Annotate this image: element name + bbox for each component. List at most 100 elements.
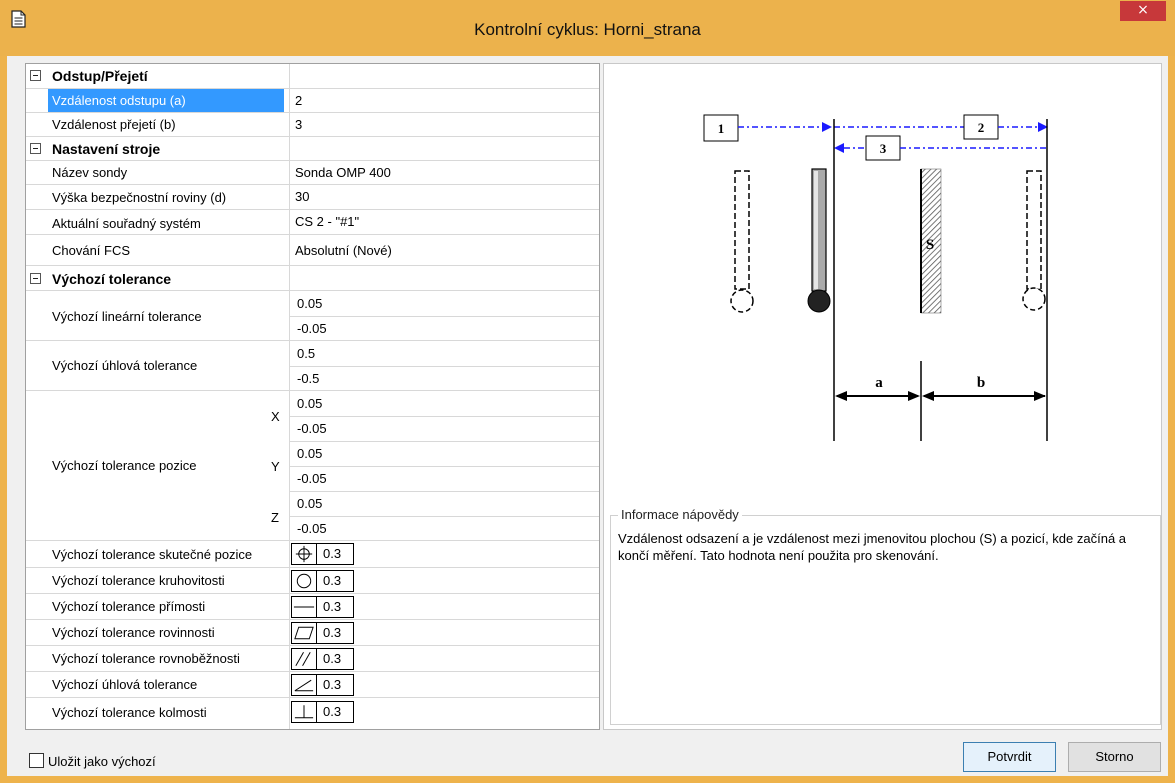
lower-tolerance-value[interactable]: -0.5 [297,371,319,386]
tolerance-value: 0.3 [323,651,342,666]
arrow-icon [822,122,832,132]
upper-tolerance-value[interactable]: 0.05 [297,296,322,311]
category-label: Výchozí tolerance [52,271,172,287]
title-bar: Kontrolní cyklus: Horni_strana × [0,0,1175,56]
tolerance-value: 0.3 [323,546,342,561]
window-title: Kontrolní cyklus: Horni_strana [474,20,701,39]
tolerance-value: 0.3 [323,599,342,614]
arrow-icon [834,143,844,153]
property-row-linear-tolerance[interactable]: Výchozí lineární tolerance 0.05 -0.05 [26,291,599,341]
axis-x-label: X [271,409,280,424]
property-row-flatness[interactable]: Výchozí tolerance rovinnosti 0.3 [26,620,599,646]
tolerance-frame[interactable]: 0.3 [291,543,354,565]
property-label: Výchozí lineární tolerance [52,309,202,324]
tolerance-frame[interactable]: 0.3 [291,622,354,644]
property-row-angular-tolerance[interactable]: Výchozí úhlová tolerance 0.5 -0.5 [26,341,599,391]
dimension-b-label: b [977,375,985,391]
perpendicularity-symbol-icon [294,702,317,722]
axis-y-label: Y [271,459,280,474]
confirm-button[interactable]: Potvrdit [963,742,1056,772]
upper-tolerance-value[interactable]: 0.5 [297,346,315,361]
collapse-icon[interactable] [30,143,41,154]
property-row-position-tolerance[interactable]: Výchozí tolerance pozice X Y Z 0.05 -0.0… [26,391,599,541]
property-row-perpendicularity[interactable]: Výchozí tolerance kolmosti 0.3 [26,698,599,729]
property-value[interactable]: Absolutní (Nové) [295,243,392,258]
move-3-label: 3 [880,141,887,156]
probing-diagram: 1 2 3 S a b [703,114,1048,441]
category-row-tolerances[interactable]: Výchozí tolerance [26,266,599,291]
help-text: Vzdálenost odsazení a je vzdálenost mezi… [618,531,1127,563]
property-row-retract[interactable]: Vzdálenost odstupu (a) 2 [26,89,599,113]
property-label: Výchozí tolerance přímosti [52,599,206,614]
save-default-label[interactable]: Uložit jako výchozí [48,754,156,769]
help-title: Informace nápovědy [618,507,742,522]
property-row-circularity[interactable]: Výchozí tolerance kruhovitosti 0.3 [26,568,599,594]
property-label: Výchozí tolerance pozice [52,458,197,473]
dialog-window: Kontrolní cyklus: Horni_strana × Odstup/… [0,0,1175,783]
save-default-checkbox[interactable] [29,753,44,768]
property-row-straightness[interactable]: Výchozí tolerance přímosti 0.3 [26,594,599,620]
cancel-button[interactable]: Storno [1068,742,1161,772]
property-grid[interactable]: Odstup/Přejetí Vzdálenost odstupu (a) 2 … [25,63,600,730]
x-lower-value[interactable]: -0.05 [297,421,327,436]
property-row-fcs[interactable]: Chování FCS Absolutní (Nové) [26,235,599,266]
category-label: Odstup/Přejetí [52,68,148,84]
property-label: Výchozí tolerance kruhovitosti [52,573,225,588]
flatness-symbol-icon [294,623,317,643]
collapse-icon[interactable] [30,273,41,284]
z-lower-value[interactable]: -0.05 [297,521,327,536]
move-1-label: 1 [718,121,725,136]
tolerance-frame[interactable]: 0.3 [291,674,354,696]
property-label: Výchozí tolerance rovnoběžnosti [52,651,240,666]
property-row-safe-plane[interactable]: Výška bezpečnostní roviny (d) 30 [26,185,599,210]
property-label: Výchozí úhlová tolerance [52,677,198,692]
probe-tip-ghost [730,289,754,313]
tolerance-value: 0.3 [323,704,342,719]
axis-z-label: Z [271,510,279,525]
close-button[interactable]: × [1120,1,1166,21]
lower-tolerance-value[interactable]: -0.05 [297,321,327,336]
property-value[interactable]: 30 [295,189,309,204]
tolerance-value: 0.3 [323,625,342,640]
tolerance-frame[interactable]: 0.3 [291,648,354,670]
property-label: Aktuální souřadný systém [52,216,201,231]
property-row-probe[interactable]: Název sondy Sonda OMP 400 [26,161,599,185]
property-label[interactable]: Vzdálenost odstupu (a) [48,89,284,112]
property-label: Vzdálenost přejetí (b) [52,117,176,132]
property-row-overtravel[interactable]: Vzdálenost přejetí (b) 3 [26,113,599,137]
property-row-true-position[interactable]: Výchozí tolerance skutečné pozice 0.3 [26,541,599,568]
parallelism-symbol-icon [295,649,317,669]
straightness-symbol-icon [293,597,317,617]
circularity-symbol-icon [296,571,317,591]
property-value[interactable]: Sonda OMP 400 [295,165,391,180]
property-label: Výchozí úhlová tolerance [52,358,198,373]
tolerance-value: 0.3 [323,573,342,588]
tolerance-value: 0.3 [323,677,342,692]
tolerance-frame[interactable]: 0.3 [291,570,354,592]
property-label: Název sondy [52,165,128,180]
surface-label: S [926,237,934,253]
property-row-parallelism[interactable]: Výchozí tolerance rovnoběžnosti 0.3 [26,646,599,672]
dimension-a-label: a [875,375,883,391]
property-row-angularity[interactable]: Výchozí úhlová tolerance 0.3 [26,672,599,698]
y-lower-value[interactable]: -0.05 [297,471,327,486]
property-label: Výška bezpečnostní roviny (d) [52,190,227,205]
property-row-coord-system[interactable]: Aktuální souřadný systém CS 2 - "#1" [26,210,599,235]
x-upper-value[interactable]: 0.05 [297,396,322,411]
property-value[interactable]: 3 [295,117,302,132]
property-value[interactable]: CS 2 - "#1" [295,214,359,229]
property-label: Výchozí tolerance kolmosti [52,705,207,720]
tolerance-frame[interactable]: 0.3 [291,596,354,618]
category-row-machine[interactable]: Nastavení stroje [26,137,599,161]
collapse-icon[interactable] [30,70,41,81]
move-2-label: 2 [978,120,985,135]
property-label: Chování FCS [52,243,131,258]
probe-ball [807,289,831,313]
tolerance-frame[interactable]: 0.3 [291,701,354,723]
position-symbol-icon [295,544,317,564]
property-label: Výchozí tolerance rovinnosti [52,625,215,640]
y-upper-value[interactable]: 0.05 [297,446,322,461]
z-upper-value[interactable]: 0.05 [297,496,322,511]
property-value[interactable]: 2 [295,93,302,108]
category-row-retract[interactable]: Odstup/Přejetí [26,64,599,89]
